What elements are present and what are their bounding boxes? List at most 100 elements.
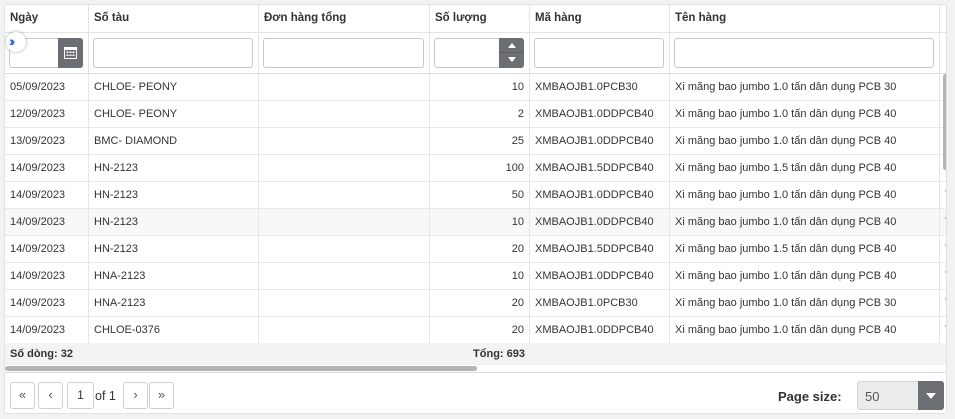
col-header-so-tau[interactable]: Số tàu <box>89 5 259 33</box>
filter-cell-ma-hang <box>530 33 670 74</box>
cell-don-hang-tong <box>259 182 430 209</box>
cell-so-tau: BMC- DIAMOND <box>89 128 259 155</box>
cell-don-hang-tong <box>259 263 430 290</box>
filter-cell-so-luong <box>430 33 530 74</box>
table-row[interactable]: 14/09/2023 CHLOE-0376 20 XMBAOJB1.0DDPCB40 X… <box>5 317 946 344</box>
cell-ma-hang: XMBAOJB1.0DDPCB40 <box>530 263 670 290</box>
cell-ten-hang: Xi măng bao jumbo 1.0 tấn dân dụng PCB 4… <box>670 209 940 236</box>
prev-page-button[interactable]: ‹ <box>38 382 63 409</box>
calendar-icon <box>64 47 77 59</box>
number-spinner[interactable] <box>499 38 524 68</box>
grid: Ngày Số tàu Đơn hàng tổng Số lượng Mã hà… <box>5 5 946 371</box>
grid-body: 05/09/2023 CHLOE- PEONY 10 XMBAOJB1.0PCB30 X… <box>5 74 946 344</box>
cell-so-tau: HNA-2123 <box>89 290 259 317</box>
filter-cell-ten-hang <box>670 33 940 74</box>
so-tau-filter-input[interactable] <box>93 38 253 68</box>
cell-ten-hang: Xi măng bao jumbo 1.0 tấn dân dụng PCB 3… <box>670 74 940 101</box>
table-row[interactable]: 12/09/2023 CHLOE- PEONY 2 XMBAOJB1.0DDPCB40… <box>5 101 946 128</box>
cell-don-hang-tong <box>259 128 430 155</box>
double-chevron-right-icon: ›› <box>9 33 16 49</box>
table-row[interactable]: 14/09/2023 HN-2123 10 XMBAOJB1.0DDPCB40 Xi m… <box>5 209 946 236</box>
chevron-down-icon <box>926 393 936 399</box>
cell-ten-hang: Xi măng bao jumbo 1.0 tấn dân dụng PCB 3… <box>670 290 940 317</box>
expand-filter-button[interactable]: ›› <box>6 32 26 52</box>
cell-ngay: 13/09/2023 <box>5 128 89 155</box>
spinner-down-icon[interactable] <box>508 57 516 62</box>
ma-hang-filter-input[interactable] <box>534 38 664 68</box>
col-header-don-hang-tong[interactable]: Đơn hàng tổng <box>259 5 430 33</box>
cell-ma-hang: XMBAOJB1.0DDPCB40 <box>530 317 670 344</box>
cell-so-luong: 2 <box>430 101 530 128</box>
filter-cell-so-tau <box>89 33 259 74</box>
col-header-so-luong[interactable]: Số lượng <box>430 5 530 33</box>
ten-hang-filter-input[interactable] <box>674 38 934 68</box>
cell-ten-hang: Xi măng bao jumbo 1.0 tấn dân dụng PCB 4… <box>670 101 940 128</box>
summary-row: Số dòng: 32 Tổng: 693 <box>5 343 946 365</box>
col-header-ma-hang[interactable]: Mã hàng <box>530 5 670 33</box>
cell-so-luong: 10 <box>430 263 530 290</box>
cell-ma-hang: XMBAOJB1.0PCB30 <box>530 290 670 317</box>
cell-ma-hang: XMBAOJB1.0DDPCB40 <box>530 128 670 155</box>
cell-ten-hang: Xi măng bao jumbo 1.0 tấn dân dụng PCB 4… <box>670 317 940 344</box>
page-total: of 1 <box>95 389 116 403</box>
cell-don-hang-tong <box>259 101 430 128</box>
col-header-extra <box>940 5 946 33</box>
cell-extra: T <box>940 236 946 263</box>
spinner-up-icon[interactable] <box>508 43 516 48</box>
cell-so-tau: HNA-2123 <box>89 263 259 290</box>
cell-extra: T <box>940 182 946 209</box>
cell-extra: T <box>940 263 946 290</box>
cell-ten-hang: Xi măng bao jumbo 1.5 tấn dân dụng PCB 4… <box>670 236 940 263</box>
next-page-button[interactable]: › <box>123 382 148 409</box>
cell-don-hang-tong <box>259 236 430 263</box>
cell-so-tau: CHLOE-0376 <box>89 317 259 344</box>
cell-ngay: 12/09/2023 <box>5 101 89 128</box>
horizontal-scrollbar[interactable] <box>5 366 477 371</box>
cell-extra: T <box>940 317 946 344</box>
row-count: Số dòng: 32 <box>10 348 73 360</box>
cell-ten-hang: Xi măng bao jumbo 1.0 tấn dân dụng PCB 4… <box>670 263 940 290</box>
last-page-button[interactable]: » <box>149 382 174 409</box>
table-row[interactable]: 14/09/2023 HN-2123 50 XMBAOJB1.0DDPCB40 Xi m… <box>5 182 946 209</box>
page-size-dropdown-button[interactable] <box>918 381 944 410</box>
cell-so-luong: 50 <box>430 182 530 209</box>
page-size-select[interactable]: 50 <box>857 381 944 410</box>
page-number-input[interactable]: 1 <box>67 382 94 409</box>
table-row[interactable]: 14/09/2023 HN-2123 100 XMBAOJB1.5DDPCB40 Xi … <box>5 155 946 182</box>
cell-ma-hang: XMBAOJB1.0DDPCB40 <box>530 209 670 236</box>
cell-don-hang-tong <box>259 290 430 317</box>
cell-so-luong: 20 <box>430 317 530 344</box>
cell-ma-hang: XMBAOJB1.0DDPCB40 <box>530 182 670 209</box>
col-header-ngay[interactable]: Ngày <box>5 5 89 33</box>
cell-extra: T <box>940 209 946 236</box>
cell-extra: T <box>940 290 946 317</box>
table-row[interactable]: 14/09/2023 HNA-2123 20 XMBAOJB1.0PCB30 Xi mă… <box>5 290 946 317</box>
table-row[interactable]: 14/09/2023 HNA-2123 10 XMBAOJB1.0DDPCB40 Xi … <box>5 263 946 290</box>
cell-so-luong: 10 <box>430 74 530 101</box>
filter-cell-don-hang-tong <box>259 33 430 74</box>
cell-ma-hang: XMBAOJB1.0DDPCB40 <box>530 101 670 128</box>
cell-don-hang-tong <box>259 209 430 236</box>
cell-so-tau: HN-2123 <box>89 236 259 263</box>
cell-so-tau: CHLOE- PEONY <box>89 74 259 101</box>
cell-ma-hang: XMBAOJB1.5DDPCB40 <box>530 155 670 182</box>
cell-ngay: 14/09/2023 <box>5 317 89 344</box>
so-luong-filter-input[interactable] <box>434 38 524 68</box>
cell-don-hang-tong <box>259 74 430 101</box>
table-row[interactable]: 13/09/2023 BMC- DIAMOND 25 XMBAOJB1.0DDPCB4… <box>5 128 946 155</box>
col-header-ten-hang[interactable]: Tên hàng <box>670 5 940 33</box>
table-row[interactable]: 14/09/2023 HN-2123 20 XMBAOJB1.5DDPCB40 Xi m… <box>5 236 946 263</box>
cell-ma-hang: XMBAOJB1.0PCB30 <box>530 74 670 101</box>
page-size-value: 50 <box>865 389 880 404</box>
cell-so-luong: 25 <box>430 128 530 155</box>
cell-so-tau: HN-2123 <box>89 155 259 182</box>
calendar-button[interactable] <box>58 38 83 68</box>
don-hang-tong-filter-input[interactable] <box>263 38 424 68</box>
cell-so-tau: HN-2123 <box>89 182 259 209</box>
cell-so-tau: HN-2123 <box>89 209 259 236</box>
vertical-scrollbar[interactable] <box>943 74 946 170</box>
cell-don-hang-tong <box>259 155 430 182</box>
table-row[interactable]: 05/09/2023 CHLOE- PEONY 10 XMBAOJB1.0PCB30 X… <box>5 74 946 101</box>
first-page-button[interactable]: « <box>10 382 35 409</box>
cell-so-luong: 20 <box>430 236 530 263</box>
